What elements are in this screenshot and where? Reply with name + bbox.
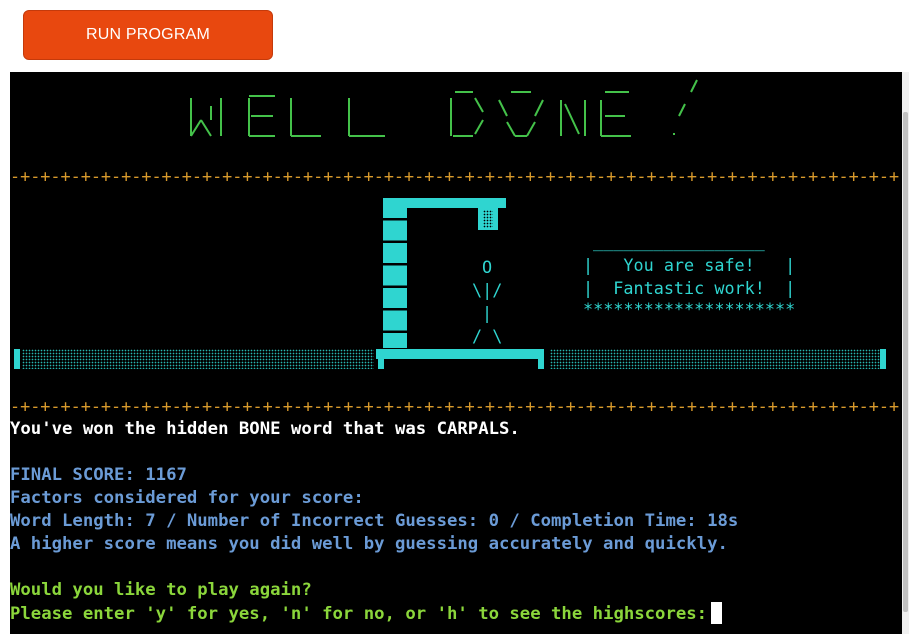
- sign-bottom: *********************: [583, 299, 796, 319]
- factors-heading: Factors considered for your score:: [10, 488, 364, 508]
- sign-line-2: | Fantastic work! |: [583, 278, 796, 298]
- terminal[interactable]: -+-+-+-+-+-+-+-+-+-+-+-+-+-+-+-+-+-+-+-+…: [10, 72, 902, 634]
- safe-sign: _________________ | You are safe! | | Fa…: [583, 233, 796, 319]
- ground-pattern-left: [22, 349, 374, 369]
- play-again-question: Would you like to play again?: [10, 580, 312, 600]
- terminal-scrollbar[interactable]: [902, 72, 909, 634]
- platform-leg-left: [378, 359, 384, 369]
- final-score: FINAL SCORE: 1167: [10, 465, 187, 485]
- gallows-platform: [376, 349, 544, 359]
- hangman-head: O: [482, 257, 493, 277]
- score-explanation: A higher score means you did well by gue…: [10, 534, 728, 554]
- hangman-arms: \|/: [472, 280, 503, 300]
- well-done-banner: [190, 79, 698, 137]
- gallows-post: [383, 198, 407, 348]
- win-message: You've won the hidden BONE word that was…: [10, 419, 520, 439]
- hangman-body: |: [482, 303, 493, 323]
- noose: [478, 208, 498, 230]
- scrollbar-thumb[interactable]: [903, 112, 908, 612]
- ground-left: [14, 349, 20, 369]
- gallows-beam: [383, 198, 506, 208]
- ground-right: [880, 349, 886, 369]
- run-program-button[interactable]: RUN PROGRAM: [23, 10, 273, 60]
- prompt-instruction: Please enter 'y' for yes, 'n' for no, or…: [10, 604, 708, 624]
- text-cursor[interactable]: [711, 602, 723, 624]
- sign-line-1: | You are safe! |: [583, 255, 796, 275]
- score-factors: Word Length: 7 / Number of Incorrect Gue…: [10, 511, 739, 531]
- play-again-prompt[interactable]: Please enter 'y' for yes, 'n' for no, or…: [10, 602, 723, 626]
- hangman-legs: / \: [472, 326, 503, 346]
- sign-top: _________________: [593, 231, 765, 251]
- divider-bottom: -+-+-+-+-+-+-+-+-+-+-+-+-+-+-+-+-+-+-+-+…: [10, 396, 900, 416]
- platform-leg-right: [538, 359, 544, 369]
- ground-pattern-right: [550, 349, 880, 369]
